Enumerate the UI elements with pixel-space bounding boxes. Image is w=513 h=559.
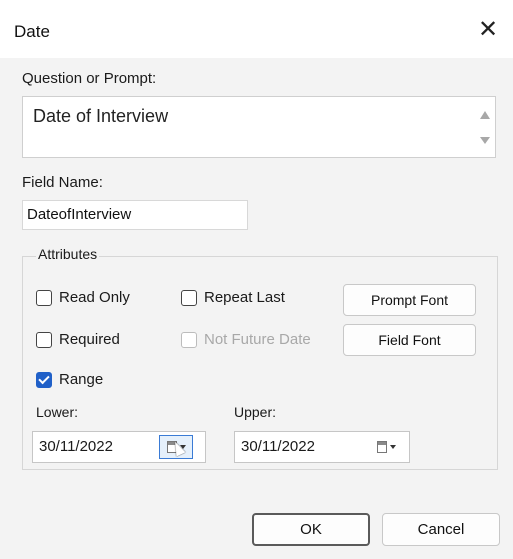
prompt-font-button[interactable]: Prompt Font bbox=[343, 284, 476, 316]
checkbox-box bbox=[36, 331, 52, 348]
upper-date-field[interactable]: 30/11/2022 bbox=[234, 431, 410, 463]
range-checkbox[interactable]: Range bbox=[36, 371, 103, 388]
close-button[interactable]: ✕ bbox=[473, 14, 503, 44]
check-icon bbox=[38, 372, 50, 384]
prompt-label: Question or Prompt: bbox=[22, 70, 157, 87]
field-font-button[interactable]: Field Font bbox=[343, 324, 476, 356]
attributes-title: Attributes bbox=[36, 246, 100, 262]
range-label: Range bbox=[59, 371, 104, 388]
mouse-cursor-icon bbox=[170, 439, 186, 457]
cancel-button[interactable]: Cancel bbox=[382, 513, 500, 546]
lower-label: Lower: bbox=[36, 404, 79, 420]
checkbox-box bbox=[36, 371, 52, 388]
repeat-last-checkbox[interactable]: Repeat Last bbox=[181, 289, 285, 306]
prompt-textarea[interactable]: Date of Interview bbox=[22, 96, 496, 158]
upper-label: Upper: bbox=[234, 404, 277, 420]
checkbox-box bbox=[181, 331, 197, 348]
prompt-text: Date of Interview bbox=[33, 106, 169, 126]
not-future-date-checkbox: Not Future Date bbox=[181, 331, 311, 348]
field-name-input[interactable]: DateofInterview bbox=[22, 200, 248, 230]
prompt-scrollbar[interactable] bbox=[475, 97, 495, 157]
required-label: Required bbox=[59, 331, 120, 348]
scroll-down-arrow-icon[interactable] bbox=[480, 137, 490, 144]
lower-date-value: 30/11/2022 bbox=[39, 438, 113, 455]
title-bar: Date ✕ bbox=[0, 0, 513, 58]
checkbox-box bbox=[36, 289, 52, 306]
calendar-icon bbox=[376, 441, 387, 453]
required-checkbox[interactable]: Required bbox=[36, 331, 120, 348]
read-only-label: Read Only bbox=[59, 289, 130, 306]
upper-date-picker-button[interactable] bbox=[369, 435, 403, 459]
repeat-last-label: Repeat Last bbox=[204, 289, 285, 306]
ok-button[interactable]: OK bbox=[252, 513, 370, 546]
lower-date-picker-button[interactable] bbox=[159, 435, 193, 459]
not-future-date-label: Not Future Date bbox=[204, 331, 311, 348]
dialog-title: Date bbox=[14, 22, 50, 41]
upper-date-value: 30/11/2022 bbox=[241, 438, 315, 455]
read-only-checkbox[interactable]: Read Only bbox=[36, 289, 130, 306]
scroll-up-arrow-icon[interactable] bbox=[480, 111, 490, 119]
close-icon: ✕ bbox=[477, 15, 499, 43]
date-dialog: Date ✕ Question or Prompt: Date of Inter… bbox=[0, 0, 513, 559]
field-name-label: Field Name: bbox=[22, 174, 103, 191]
checkbox-box bbox=[181, 289, 197, 306]
lower-date-field[interactable]: 30/11/2022 bbox=[32, 431, 206, 463]
chevron-down-icon bbox=[389, 445, 396, 449]
